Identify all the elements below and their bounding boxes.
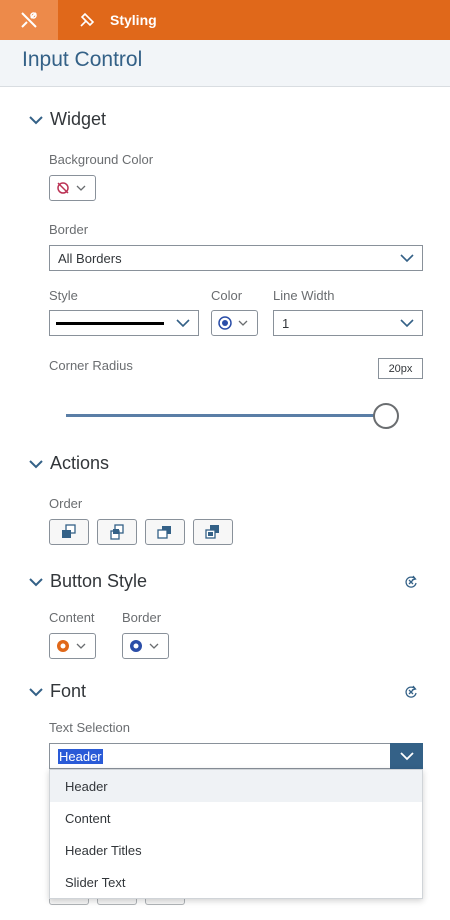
border-color-picker[interactable] bbox=[211, 310, 258, 336]
reset-icon[interactable] bbox=[404, 575, 418, 589]
border-label: Border bbox=[49, 222, 89, 237]
corner-radius-input[interactable]: 20px bbox=[378, 358, 423, 379]
section-font-heading: Font bbox=[50, 681, 87, 701]
line-style-select[interactable] bbox=[49, 310, 199, 336]
send-backward-button[interactable] bbox=[145, 519, 185, 545]
chevron-down-icon bbox=[238, 320, 248, 326]
panel-title-bar: Input Control bbox=[0, 40, 450, 87]
chevron-down-icon bbox=[392, 311, 422, 335]
corner-radius-slider-handle[interactable] bbox=[373, 403, 399, 429]
text-selection-label: Text Selection bbox=[49, 720, 130, 735]
section-actions-toggle[interactable]: Actions bbox=[28, 453, 109, 474]
panel-title: Input Control bbox=[22, 48, 143, 71]
chevron-down-icon bbox=[29, 459, 43, 468]
text-selection-value: Header bbox=[58, 749, 103, 764]
background-color-picker[interactable] bbox=[49, 175, 96, 201]
text-selection-combobox[interactable]: Header bbox=[49, 743, 423, 769]
send-to-back-button[interactable] bbox=[193, 519, 233, 545]
dropdown-option[interactable]: Header bbox=[50, 770, 422, 802]
chevron-down-icon bbox=[168, 311, 198, 335]
section-button-style-toggle[interactable]: Button Style bbox=[28, 571, 147, 592]
chevron-down-icon bbox=[29, 115, 43, 124]
line-width-label: Line Width bbox=[273, 288, 335, 303]
chevron-down-icon bbox=[29, 577, 43, 586]
bring-to-front-icon bbox=[62, 524, 76, 538]
section-button-style-heading: Button Style bbox=[50, 571, 148, 591]
chevron-down-icon bbox=[76, 185, 86, 191]
chevron-down-icon bbox=[29, 687, 43, 696]
chevron-down-icon bbox=[76, 643, 86, 649]
background-color-label: Background Color bbox=[49, 152, 154, 167]
color-label: Color bbox=[211, 288, 243, 303]
section-font-toggle[interactable]: Font bbox=[28, 681, 86, 702]
text-selection-dropdown-list: Header Content Header Titles Slider Text bbox=[49, 769, 423, 899]
button-border-color-label: Border bbox=[122, 610, 162, 625]
top-toolbar: Styling bbox=[0, 0, 450, 40]
section-widget-heading: Widget bbox=[50, 109, 107, 129]
order-label: Order bbox=[49, 496, 83, 511]
reset-icon[interactable] bbox=[404, 685, 418, 699]
color-swatch-icon bbox=[130, 640, 142, 652]
section-actions-heading: Actions bbox=[50, 453, 110, 473]
builder-tab[interactable] bbox=[0, 0, 58, 40]
chevron-down-icon bbox=[392, 246, 422, 270]
styling-tab[interactable]: Styling bbox=[58, 0, 157, 40]
content-color-label: Content bbox=[49, 610, 95, 625]
corner-radius-label: Corner Radius bbox=[49, 358, 133, 373]
dropdown-option[interactable]: Content bbox=[50, 802, 422, 834]
button-border-color-picker[interactable] bbox=[122, 633, 169, 659]
border-select-value: All Borders bbox=[58, 250, 122, 266]
paint-brush-icon bbox=[80, 12, 95, 27]
dropdown-option[interactable]: Header Titles bbox=[50, 834, 422, 866]
styling-tab-label: Styling bbox=[110, 12, 157, 28]
tools-icon bbox=[21, 12, 37, 28]
no-fill-icon bbox=[57, 182, 69, 194]
line-width-select[interactable]: 1 bbox=[273, 310, 423, 336]
bring-forward-button[interactable] bbox=[97, 519, 137, 545]
section-widget-toggle[interactable]: Widget bbox=[28, 109, 106, 130]
send-to-back-icon bbox=[205, 525, 219, 539]
bring-forward-icon bbox=[110, 524, 124, 540]
content-color-picker[interactable] bbox=[49, 633, 96, 659]
dropdown-option[interactable]: Slider Text bbox=[50, 866, 422, 898]
color-swatch-icon bbox=[57, 640, 69, 652]
send-backward-icon bbox=[157, 526, 171, 539]
color-swatch-icon bbox=[218, 316, 232, 330]
line-width-value: 1 bbox=[282, 315, 290, 331]
style-label: Style bbox=[49, 288, 78, 303]
corner-radius-slider-track[interactable] bbox=[66, 414, 376, 417]
border-select[interactable]: All Borders bbox=[49, 245, 423, 271]
chevron-down-icon bbox=[149, 643, 159, 649]
bring-to-front-button[interactable] bbox=[49, 519, 89, 545]
line-style-preview bbox=[56, 321, 164, 325]
chevron-down-icon[interactable] bbox=[390, 743, 423, 769]
